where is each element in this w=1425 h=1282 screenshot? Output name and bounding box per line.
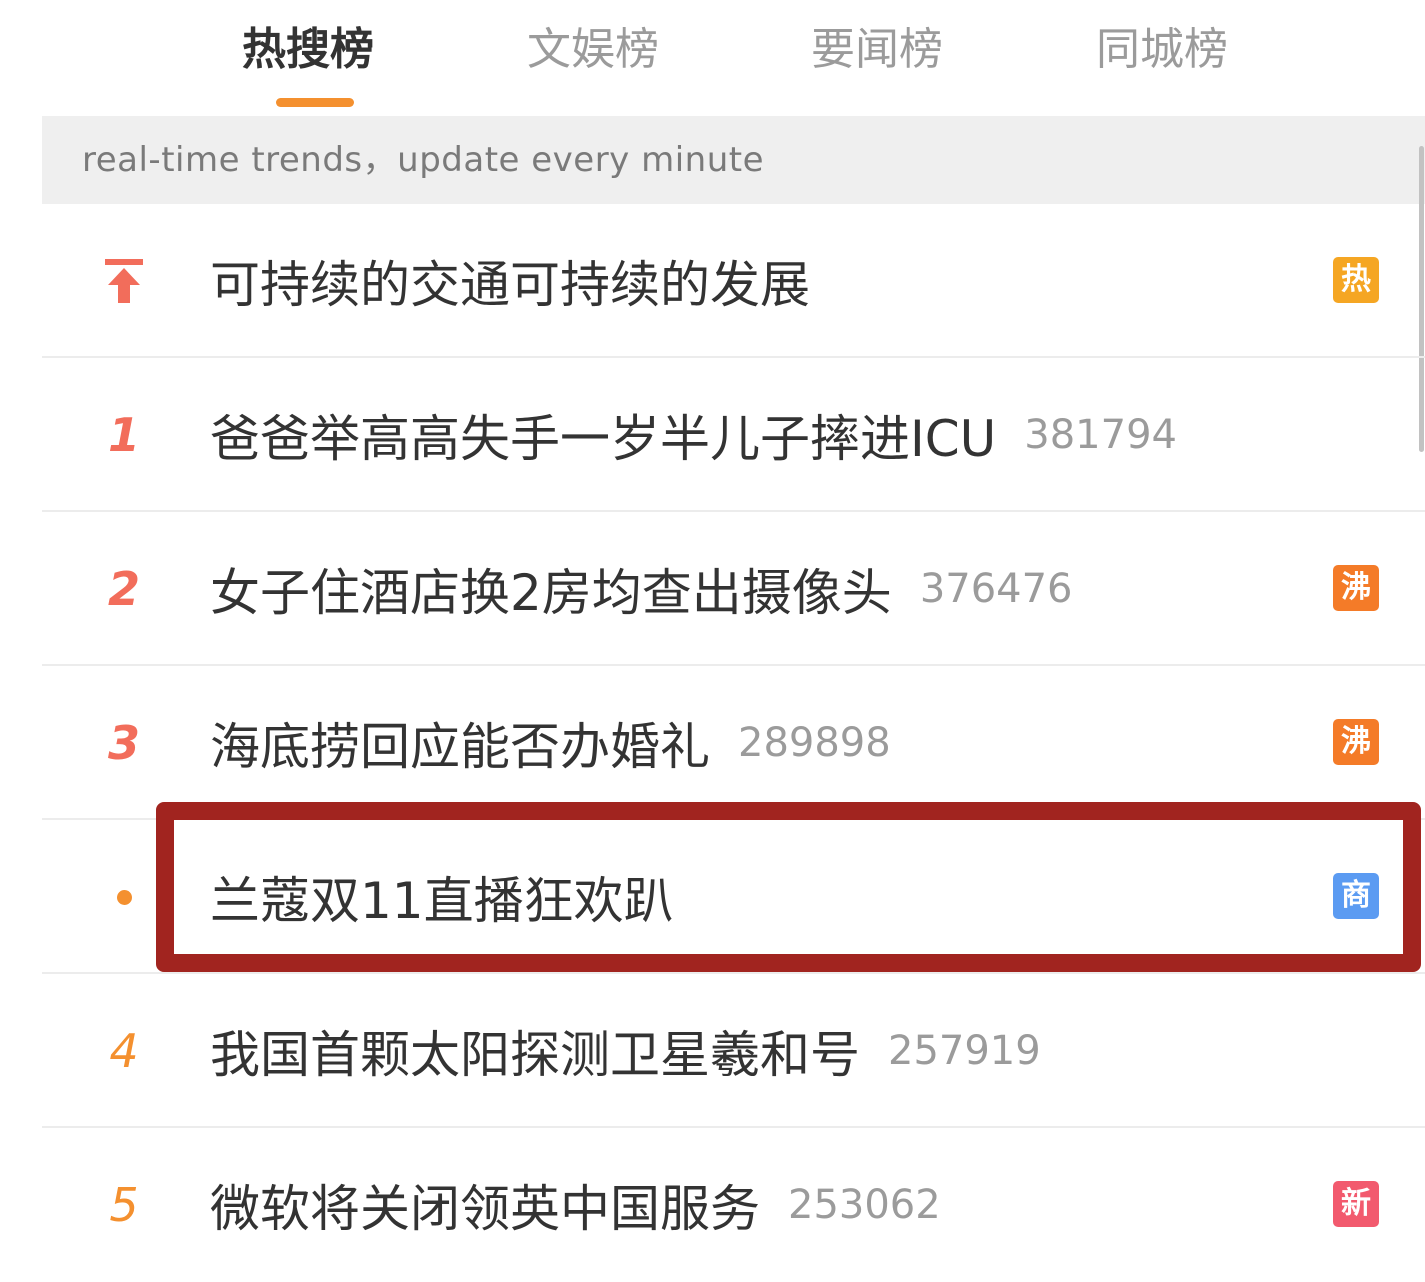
list-item[interactable]: 5 微软将关闭领英中国服务 253062 新 <box>0 1128 1425 1282</box>
item-title-group: 可持续的交通可持续的发展 <box>210 204 810 358</box>
tab-news[interactable]: 要闻榜 <box>811 18 943 82</box>
list-item[interactable]: 2 女子住酒店换2房均查出摄像头 376476 沸 <box>0 512 1425 666</box>
item-title-group: 我国首颗太阳探测卫星羲和号 257919 <box>210 974 1041 1128</box>
list-item[interactable]: 3 海底捞回应能否办婚礼 289898 沸 <box>0 666 1425 820</box>
list-item-promoted[interactable]: 兰蔻双11直播狂欢趴 商 <box>0 820 1425 974</box>
rank-number: 2 <box>107 562 140 616</box>
item-title: 爸爸举高高失手一岁半儿子摔进ICU <box>210 410 997 468</box>
hot-count: 381794 <box>1024 412 1177 458</box>
item-title-group: 爸爸举高高失手一岁半儿子摔进ICU 381794 <box>210 358 1177 512</box>
tab-local[interactable]: 同城榜 <box>1096 18 1228 82</box>
item-title: 海底捞回应能否办婚礼 <box>210 718 710 776</box>
rank-number: 1 <box>107 408 140 462</box>
item-title: 可持续的交通可持续的发展 <box>210 256 810 314</box>
active-tab-indicator <box>276 98 354 107</box>
hot-count: 376476 <box>919 566 1073 612</box>
hot-count: 289898 <box>738 720 891 766</box>
list-item[interactable]: 4 我国首颗太阳探测卫星羲和号 257919 <box>0 974 1425 1128</box>
list-item[interactable]: 可持续的交通可持续的发展 热 <box>0 204 1425 358</box>
hot-count: 257919 <box>888 1028 1041 1074</box>
item-title-group: 兰蔻双11直播狂欢趴 <box>210 820 674 974</box>
boiling-badge: 沸 <box>1333 565 1379 611</box>
item-title: 微软将关闭领英中国服务 <box>210 1180 760 1238</box>
hot-search-list: 可持续的交通可持续的发展 热 1 爸爸举高高失手一岁半儿子摔进ICU 38179… <box>0 204 1425 1282</box>
item-title: 兰蔻双11直播狂欢趴 <box>210 872 674 930</box>
item-title: 我国首颗太阳探测卫星羲和号 <box>210 1026 860 1084</box>
pin-top-icon <box>84 204 164 358</box>
rank-number: 4 <box>109 1024 139 1078</box>
rank-number: 5 <box>109 1178 139 1232</box>
boiling-badge: 沸 <box>1333 719 1379 765</box>
item-title-group: 女子住酒店换2房均查出摄像头 376476 <box>210 512 1073 666</box>
rank-number: 3 <box>107 716 140 770</box>
item-title: 女子住酒店换2房均查出摄像头 <box>210 564 892 622</box>
new-badge: 新 <box>1333 1181 1379 1227</box>
list-item[interactable]: 1 爸爸举高高失手一岁半儿子摔进ICU 381794 <box>0 358 1425 512</box>
tab-bar: 热搜榜 文娱榜 要闻榜 同城榜 <box>0 0 1425 116</box>
ad-badge: 商 <box>1333 873 1379 919</box>
hot-count: 253062 <box>788 1182 941 1228</box>
hot-badge: 热 <box>1333 257 1379 303</box>
tab-hot-search[interactable]: 热搜榜 <box>242 18 374 82</box>
dot-icon <box>84 820 164 974</box>
update-notice-text: real-time trends，update every minute <box>82 140 765 180</box>
tab-entertainment[interactable]: 文娱榜 <box>527 18 659 82</box>
item-title-group: 微软将关闭领英中国服务 253062 <box>210 1128 941 1282</box>
update-notice-bar: real-time trends，update every minute <box>42 116 1425 204</box>
item-title-group: 海底捞回应能否办婚礼 289898 <box>210 666 891 820</box>
